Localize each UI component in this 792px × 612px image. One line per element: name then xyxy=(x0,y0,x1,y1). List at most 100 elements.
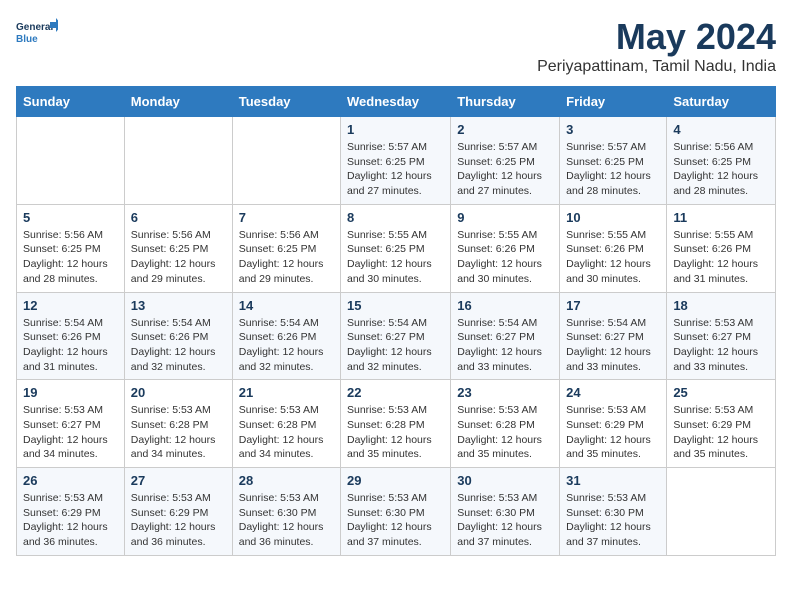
day-info: Sunrise: 5:57 AMSunset: 6:25 PMDaylight:… xyxy=(347,140,444,199)
day-number: 27 xyxy=(131,473,226,488)
calendar-cell: 13 Sunrise: 5:54 AMSunset: 6:26 PMDayligh… xyxy=(124,292,232,380)
calendar-cell: 19 Sunrise: 5:53 AMSunset: 6:27 PMDayligh… xyxy=(17,380,125,468)
week-row-1: 1 Sunrise: 5:57 AMSunset: 6:25 PMDaylight… xyxy=(17,117,776,205)
calendar-cell: 3 Sunrise: 5:57 AMSunset: 6:25 PMDaylight… xyxy=(560,117,667,205)
day-number: 1 xyxy=(347,122,444,137)
calendar-cell: 11 Sunrise: 5:55 AMSunset: 6:26 PMDayligh… xyxy=(667,204,776,292)
calendar-table: SundayMondayTuesdayWednesdayThursdayFrid… xyxy=(16,86,776,556)
day-number: 2 xyxy=(457,122,553,137)
day-number: 21 xyxy=(239,385,334,400)
calendar-cell: 27 Sunrise: 5:53 AMSunset: 6:29 PMDayligh… xyxy=(124,468,232,556)
logo-icon: General Blue xyxy=(16,16,58,52)
week-row-2: 5 Sunrise: 5:56 AMSunset: 6:25 PMDaylight… xyxy=(17,204,776,292)
day-number: 29 xyxy=(347,473,444,488)
week-row-3: 12 Sunrise: 5:54 AMSunset: 6:26 PMDayligh… xyxy=(17,292,776,380)
day-info: Sunrise: 5:53 AMSunset: 6:30 PMDaylight:… xyxy=(239,491,334,550)
calendar-cell: 26Sunrise: 5:53 AMSunset: 6:29 PMDayligh… xyxy=(17,468,125,556)
header-row: SundayMondayTuesdayWednesdayThursdayFrid… xyxy=(17,87,776,117)
calendar-cell: 30 Sunrise: 5:53 AMSunset: 6:30 PMDayligh… xyxy=(451,468,560,556)
calendar-cell: 15Sunrise: 5:54 AMSunset: 6:27 PMDayligh… xyxy=(341,292,451,380)
header-day-wednesday: Wednesday xyxy=(341,87,451,117)
day-info: Sunrise: 5:54 AMSunset: 6:27 PMDaylight:… xyxy=(457,316,553,375)
day-info: Sunrise: 5:55 AMSunset: 6:26 PMDaylight:… xyxy=(673,228,769,287)
svg-text:Blue: Blue xyxy=(16,34,38,45)
calendar-cell xyxy=(124,117,232,205)
calendar-cell xyxy=(232,117,340,205)
subtitle: Periyapattinam, Tamil Nadu, India xyxy=(537,58,776,76)
day-info: Sunrise: 5:53 AMSunset: 6:28 PMDaylight:… xyxy=(347,403,444,462)
day-info: Sunrise: 5:55 AMSunset: 6:25 PMDaylight:… xyxy=(347,228,444,287)
calendar-cell: 8 Sunrise: 5:55 AMSunset: 6:25 PMDaylight… xyxy=(341,204,451,292)
calendar-cell: 17Sunrise: 5:54 AMSunset: 6:27 PMDayligh… xyxy=(560,292,667,380)
day-info: Sunrise: 5:56 AMSunset: 6:25 PMDaylight:… xyxy=(23,228,118,287)
day-info: Sunrise: 5:53 AMSunset: 6:27 PMDaylight:… xyxy=(673,316,769,375)
header-day-sunday: Sunday xyxy=(17,87,125,117)
day-info: Sunrise: 5:53 AMSunset: 6:29 PMDaylight:… xyxy=(566,403,660,462)
day-number: 12 xyxy=(23,298,118,313)
calendar-cell: 4 Sunrise: 5:56 AMSunset: 6:25 PMDaylight… xyxy=(667,117,776,205)
day-info: Sunrise: 5:53 AMSunset: 6:29 PMDaylight:… xyxy=(23,491,118,550)
logo: General Blue xyxy=(16,16,58,52)
calendar-cell: 29 Sunrise: 5:53 AMSunset: 6:30 PMDayligh… xyxy=(341,468,451,556)
day-number: 8 xyxy=(347,210,444,225)
day-number: 30 xyxy=(457,473,553,488)
day-info: Sunrise: 5:53 AMSunset: 6:30 PMDaylight:… xyxy=(457,491,553,550)
calendar-cell: 14Sunrise: 5:54 AMSunset: 6:26 PMDayligh… xyxy=(232,292,340,380)
day-number: 3 xyxy=(566,122,660,137)
day-number: 7 xyxy=(239,210,334,225)
calendar-cell: 9 Sunrise: 5:55 AMSunset: 6:26 PMDaylight… xyxy=(451,204,560,292)
header-day-tuesday: Tuesday xyxy=(232,87,340,117)
header-day-monday: Monday xyxy=(124,87,232,117)
day-info: Sunrise: 5:53 AMSunset: 6:28 PMDaylight:… xyxy=(457,403,553,462)
title-section: May 2024 Periyapattinam, Tamil Nadu, Ind… xyxy=(537,16,776,76)
calendar-cell: 23 Sunrise: 5:53 AMSunset: 6:28 PMDayligh… xyxy=(451,380,560,468)
main-title: May 2024 xyxy=(537,16,776,58)
day-number: 13 xyxy=(131,298,226,313)
day-info: Sunrise: 5:57 AMSunset: 6:25 PMDaylight:… xyxy=(457,140,553,199)
calendar-cell: 7Sunrise: 5:56 AMSunset: 6:25 PMDaylight… xyxy=(232,204,340,292)
calendar-cell: 16 Sunrise: 5:54 AMSunset: 6:27 PMDayligh… xyxy=(451,292,560,380)
day-number: 28 xyxy=(239,473,334,488)
calendar-cell: 28 Sunrise: 5:53 AMSunset: 6:30 PMDayligh… xyxy=(232,468,340,556)
day-number: 18 xyxy=(673,298,769,313)
calendar-cell: 25Sunrise: 5:53 AMSunset: 6:29 PMDayligh… xyxy=(667,380,776,468)
day-number: 17 xyxy=(566,298,660,313)
week-row-4: 19 Sunrise: 5:53 AMSunset: 6:27 PMDayligh… xyxy=(17,380,776,468)
calendar-cell: 24Sunrise: 5:53 AMSunset: 6:29 PMDayligh… xyxy=(560,380,667,468)
day-info: Sunrise: 5:54 AMSunset: 6:26 PMDaylight:… xyxy=(131,316,226,375)
day-info: Sunrise: 5:53 AMSunset: 6:28 PMDaylight:… xyxy=(131,403,226,462)
day-info: Sunrise: 5:57 AMSunset: 6:25 PMDaylight:… xyxy=(566,140,660,199)
day-number: 6 xyxy=(131,210,226,225)
calendar-cell xyxy=(17,117,125,205)
day-number: 22 xyxy=(347,385,444,400)
day-info: Sunrise: 5:54 AMSunset: 6:26 PMDaylight:… xyxy=(23,316,118,375)
day-number: 19 xyxy=(23,385,118,400)
header-day-saturday: Saturday xyxy=(667,87,776,117)
day-number: 15 xyxy=(347,298,444,313)
day-number: 23 xyxy=(457,385,553,400)
header-day-friday: Friday xyxy=(560,87,667,117)
day-number: 14 xyxy=(239,298,334,313)
calendar-cell: 6 Sunrise: 5:56 AMSunset: 6:25 PMDaylight… xyxy=(124,204,232,292)
day-info: Sunrise: 5:53 AMSunset: 6:30 PMDaylight:… xyxy=(566,491,660,550)
day-number: 9 xyxy=(457,210,553,225)
calendar-cell: 22 Sunrise: 5:53 AMSunset: 6:28 PMDayligh… xyxy=(341,380,451,468)
week-row-5: 26Sunrise: 5:53 AMSunset: 6:29 PMDayligh… xyxy=(17,468,776,556)
day-number: 5 xyxy=(23,210,118,225)
calendar-cell: 18 Sunrise: 5:53 AMSunset: 6:27 PMDayligh… xyxy=(667,292,776,380)
day-info: Sunrise: 5:53 AMSunset: 6:27 PMDaylight:… xyxy=(23,403,118,462)
day-info: Sunrise: 5:53 AMSunset: 6:28 PMDaylight:… xyxy=(239,403,334,462)
day-info: Sunrise: 5:53 AMSunset: 6:29 PMDaylight:… xyxy=(673,403,769,462)
day-info: Sunrise: 5:55 AMSunset: 6:26 PMDaylight:… xyxy=(457,228,553,287)
day-info: Sunrise: 5:53 AMSunset: 6:29 PMDaylight:… xyxy=(131,491,226,550)
day-number: 4 xyxy=(673,122,769,137)
day-number: 31 xyxy=(566,473,660,488)
day-info: Sunrise: 5:56 AMSunset: 6:25 PMDaylight:… xyxy=(131,228,226,287)
day-number: 11 xyxy=(673,210,769,225)
day-info: Sunrise: 5:53 AMSunset: 6:30 PMDaylight:… xyxy=(347,491,444,550)
header-section: General Blue May 2024 Periyapattinam, Ta… xyxy=(16,16,776,76)
day-number: 16 xyxy=(457,298,553,313)
day-number: 20 xyxy=(131,385,226,400)
day-info: Sunrise: 5:56 AMSunset: 6:25 PMDaylight:… xyxy=(673,140,769,199)
calendar-cell xyxy=(667,468,776,556)
